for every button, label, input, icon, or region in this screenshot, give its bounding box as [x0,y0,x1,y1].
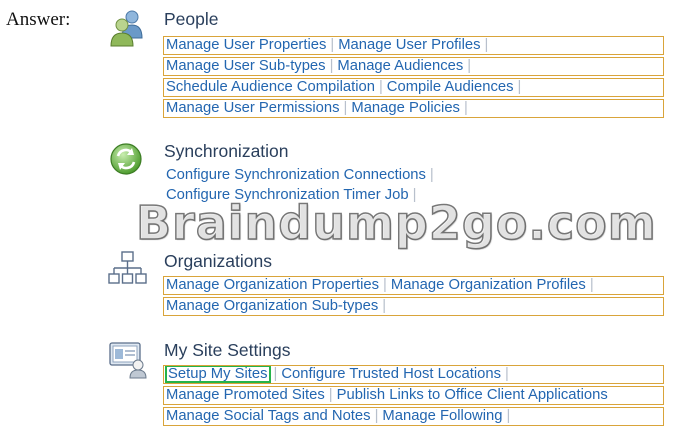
separator: | [504,366,509,382]
sync-row-1: Configure Synchronization Connections | [163,166,583,185]
my-site-settings-icon [109,342,147,379]
separator: | [463,100,468,116]
people-row-2: Manage User Sub-types | Manage Audiences | [163,57,664,76]
manage-user-properties-link[interactable]: Manage User Properties [166,37,326,53]
manage-organization-sub-types-link[interactable]: Manage Organization Sub-types [166,298,378,314]
separator: | [484,37,489,53]
publish-links-office-client-link[interactable]: Publish Links to Office Client Applicati… [337,387,608,403]
organization-chart-icon [108,251,147,284]
organizations-title: Organizations [164,251,272,271]
separator: | [506,408,511,424]
separator: | [328,387,333,403]
separator: | [517,79,522,95]
orgs-row-1: Manage Organization Properties | Manage Or… [163,276,664,295]
manage-audiences-link[interactable]: Manage Audiences [337,58,463,74]
people-icon [110,10,143,47]
manage-user-profiles-link[interactable]: Manage User Profiles [338,37,480,53]
manage-organization-profiles-link[interactable]: Manage Organization Profiles [391,277,586,293]
manage-promoted-sites-link[interactable]: Manage Promoted Sites [166,387,325,403]
separator: | [329,58,334,74]
separator: | [273,366,278,382]
people-row-1: Manage User Properties | Manage User Profi… [163,36,664,55]
separator: | [378,79,383,95]
synchronization-title: Synchronization [164,141,289,161]
separator: | [330,37,335,53]
separator: | [343,100,348,116]
mysite-row-3: Manage Social Tags and Notes | Manage Foll… [163,407,664,426]
answer-label: Answer: [6,9,71,30]
sync-icon [110,143,142,175]
people-row-3: Schedule Audience Compilation | Compile Au… [163,78,664,97]
separator: | [374,408,379,424]
sync-row-2: Configure Synchronization Timer Job | [163,186,583,205]
separator: | [467,58,472,74]
compile-audiences-link[interactable]: Compile Audiences [387,79,514,95]
mysite-row-2: Manage Promoted Sites | Publish Links to O… [163,386,664,405]
configure-sync-connections-link[interactable]: Configure Synchronization Connections [166,167,426,183]
orgs-row-2: Manage Organization Sub-types | [163,297,664,316]
schedule-audience-compilation-link[interactable]: Schedule Audience Compilation [166,79,375,95]
manage-following-link[interactable]: Manage Following [382,408,502,424]
setup-my-sites-link[interactable]: Setup My Sites [165,366,271,383]
people-row-4: Manage User Permissions | Manage Policies | [163,99,664,118]
configure-trusted-host-locations-link[interactable]: Configure Trusted Host Locations [281,366,501,382]
configure-sync-timer-job-link[interactable]: Configure Synchronization Timer Job [166,187,409,203]
manage-policies-link[interactable]: Manage Policies [351,100,460,116]
manage-user-sub-types-link[interactable]: Manage User Sub-types [166,58,326,74]
people-title: People [164,9,219,29]
separator: | [429,167,434,183]
manage-user-permissions-link[interactable]: Manage User Permissions [166,100,340,116]
mysite-row-1: Setup My Sites | Configure Trusted Host Lo… [163,365,664,384]
separator: | [589,277,594,293]
my-site-settings-title: My Site Settings [164,340,291,360]
separator: | [383,277,387,293]
separator: | [382,298,387,314]
manage-social-tags-notes-link[interactable]: Manage Social Tags and Notes [166,408,371,424]
manage-organization-properties-link[interactable]: Manage Organization Properties [166,277,379,293]
separator: | [412,187,417,203]
